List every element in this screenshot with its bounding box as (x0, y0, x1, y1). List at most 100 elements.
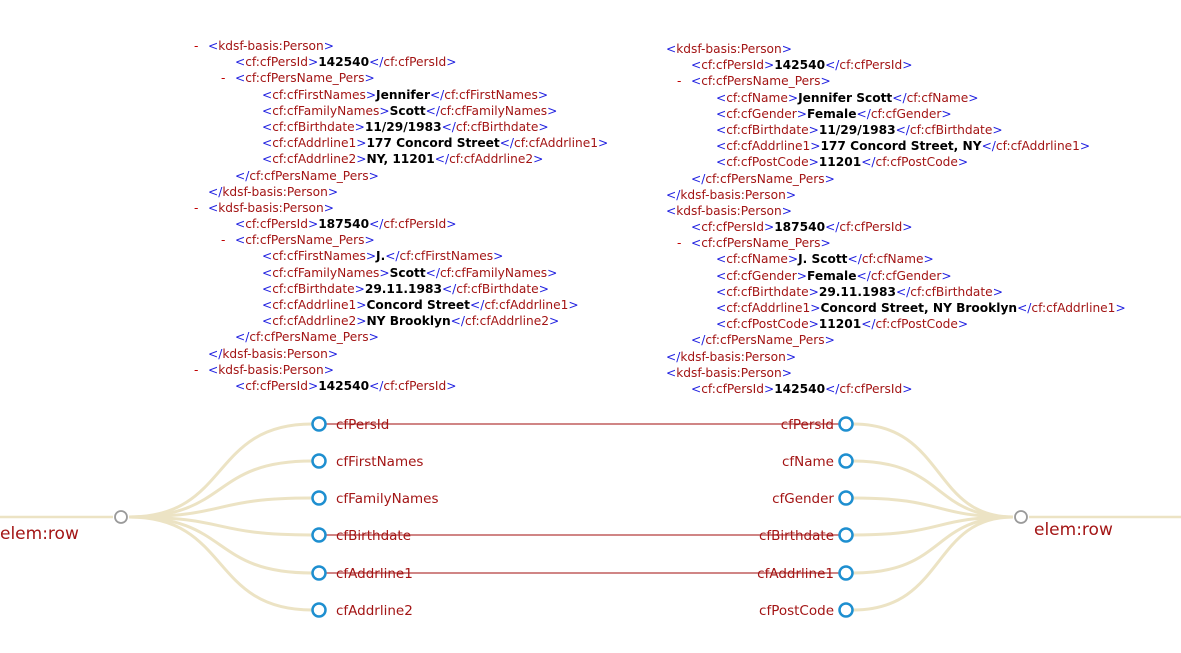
xml-bracket: > (354, 281, 365, 296)
collapse-toggle[interactable]: - (194, 362, 208, 378)
xml-bracket: < (262, 152, 273, 167)
xml-bracket: </ (235, 168, 250, 183)
xml-tag-name: kdsf-basis:Person (222, 346, 328, 361)
xml-value: 177 Concord Street (366, 136, 500, 151)
xml-tag-name: cf:cfPostCode (726, 317, 809, 332)
right-field-node[interactable] (838, 490, 854, 506)
xml-value: 142540 (318, 55, 370, 70)
xml-bracket: > (538, 119, 549, 134)
schema-mapping-diagram: cfPersId cfFirstNames cfFamilyNames cfBirth… (0, 416, 1181, 619)
right-field-node[interactable] (838, 565, 854, 581)
xml-value: 142540 (774, 381, 826, 396)
xml-bracket: > (379, 103, 390, 118)
collapse-toggle[interactable]: - (221, 70, 235, 86)
collapse-toggle[interactable]: - (194, 200, 208, 216)
xml-value: 11/29/1983 (364, 119, 442, 134)
xml-bracket: > (781, 203, 792, 218)
xml-bracket: </ (385, 249, 400, 264)
xml-tag-name: cf:cfPersId (383, 55, 447, 70)
xml-line: <cf:cfBirthdate>11/29/1983</cf:cfBirthda… (194, 119, 608, 135)
xml-tag-name: cf:cfName (906, 90, 969, 105)
xml-tag-name: cf:cfBirthdate (456, 281, 539, 296)
right-field-node[interactable] (838, 453, 854, 469)
xml-bracket: > (941, 268, 952, 283)
xml-line: - <kdsf-basis:Person> (194, 200, 608, 216)
xml-bracket: < (716, 90, 727, 105)
xml-bracket: </ (691, 333, 706, 348)
xml-bracket: > (547, 265, 558, 280)
left-field-node[interactable] (311, 602, 327, 618)
xml-line: <cf:cfPersId>187540</cf:cfPersId> (194, 216, 608, 232)
xml-bracket: > (323, 39, 334, 53)
xml-bracket: > (446, 217, 457, 232)
left-field-node[interactable] (311, 453, 327, 469)
xml-line: <cf:cfAddrline1>177 Concord Street</cf:c… (194, 135, 608, 151)
xml-tag-name: cf:cfFamilyNames (272, 265, 380, 280)
collapse-toggle[interactable]: - (221, 232, 235, 248)
right-root-label: elem:row (1034, 520, 1113, 540)
xml-bracket: > (824, 333, 835, 348)
xml-bracket: < (262, 119, 273, 134)
xml-bracket: > (781, 42, 792, 56)
xml-bracket: > (379, 265, 390, 280)
xml-bracket: < (691, 381, 702, 396)
left-field-node[interactable] (311, 490, 327, 506)
xml-line: </kdsf-basis:Person> (652, 349, 1126, 365)
xml-tag-name: cf:cfAddrline2 (272, 152, 357, 167)
right-field-node[interactable] (838, 527, 854, 543)
xml-bracket: > (327, 184, 339, 199)
xml-value: 11201 (818, 317, 862, 332)
xml-tag-name: cf:cfPersName_Pers (245, 71, 365, 86)
xml-bracket: < (208, 362, 219, 377)
xml-line: </cf:cfPersName_Pers> (194, 168, 608, 184)
xml-tag-name: cf:cfAddrline1 (272, 298, 357, 312)
collapse-toggle[interactable]: - (194, 38, 208, 54)
xml-tag-name: cf:cfPersName_Pers (701, 74, 821, 89)
xml-bracket: > (533, 152, 544, 167)
left-field-node[interactable] (311, 565, 327, 581)
xml-bracket: > (364, 233, 375, 248)
xml-tag-name: cf:cfPostCode (875, 155, 958, 170)
xml-bracket: > (356, 136, 367, 151)
xml-bracket: > (365, 87, 377, 102)
xml-bracket: </ (208, 184, 223, 199)
xml-tag-name: cf:cfAddrline1 (726, 139, 811, 154)
xml-tag-name: cf:cfFirstNames (272, 87, 366, 102)
xml-tag-name: kdsf-basis:Person (680, 349, 786, 364)
left-field-label: cfFirstNames (336, 454, 423, 470)
xml-bracket: < (716, 252, 727, 267)
left-root-node[interactable] (114, 510, 128, 524)
xml-bracket: </ (825, 220, 840, 235)
xml-tag-name: cf:cfAddrline1 (484, 298, 569, 312)
xml-bracket: </ (441, 281, 457, 296)
xml-bracket: </ (1017, 301, 1032, 315)
xml-bracket: </ (208, 346, 223, 361)
xml-line: <kdsf-basis:Person> (652, 203, 1126, 219)
xml-tag-name: cf:cfAddrline1 (272, 136, 357, 151)
left-field-node[interactable] (311, 416, 327, 432)
xml-tag-name: cf:cfPersId (839, 58, 903, 73)
right-field-label: cfAddrline1 (757, 566, 834, 582)
left-field-node[interactable] (311, 527, 327, 543)
xml-value: 142540 (318, 378, 370, 393)
right-field-node[interactable] (838, 602, 854, 618)
xml-bracket: > (327, 346, 339, 361)
right-branch (852, 515, 1014, 575)
right-field-node[interactable] (838, 416, 854, 432)
xml-line: - <cf:cfPersName_Pers> (652, 73, 1126, 89)
xml-value: 11/29/1983 (818, 122, 896, 137)
xml-tag-name: cf:cfPersName_Pers (705, 171, 825, 186)
xml-tag-name: kdsf-basis:Person (218, 200, 324, 215)
xml-tag-name: cf:cfPersId (245, 378, 308, 393)
xml-value: J. Scott (798, 252, 848, 267)
xml-bracket: > (796, 106, 808, 121)
xml-line: - <kdsf-basis:Person> (194, 362, 608, 378)
xml-line: <cf:cfAddrline2>NY Brooklyn</cf:cfAddrli… (194, 313, 608, 329)
right-root-node[interactable] (1014, 510, 1028, 524)
collapse-toggle[interactable]: - (677, 235, 691, 251)
left-field-label: cfPersId (336, 417, 389, 433)
xml-bracket: < (716, 106, 727, 121)
collapse-toggle[interactable]: - (677, 73, 691, 89)
xml-bracket: < (235, 233, 246, 248)
xml-tag-name: cf:cfAddrline1 (726, 301, 811, 315)
